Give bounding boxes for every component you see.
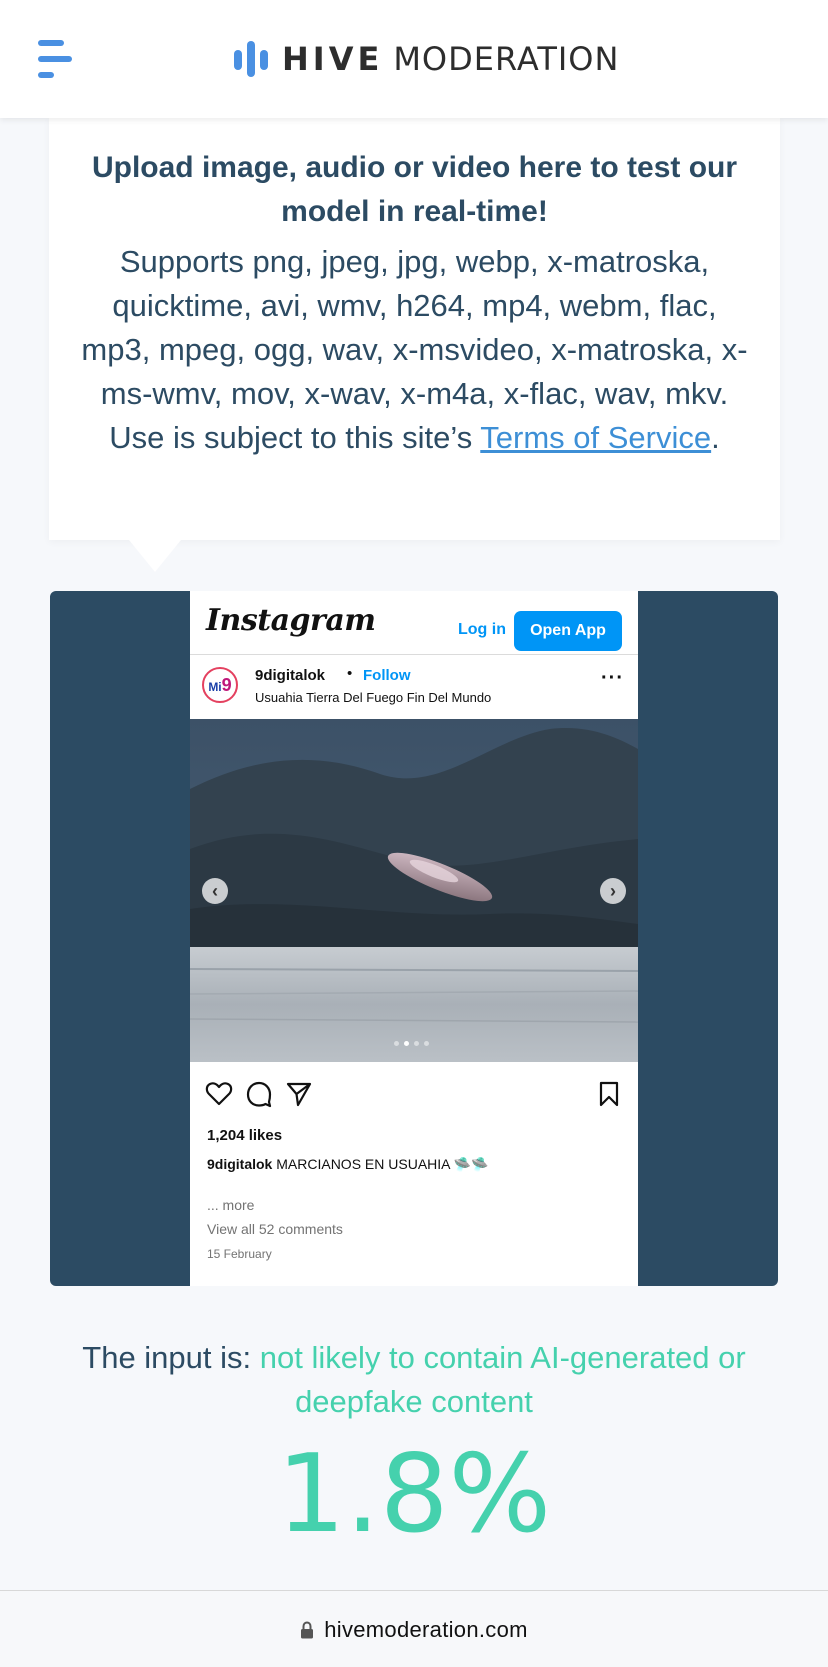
- bookmark-icon[interactable]: [595, 1080, 623, 1108]
- more-options-icon[interactable]: ···: [601, 667, 624, 690]
- logo-secondary-text: MODERATION: [393, 40, 620, 78]
- hive-logo-icon: [234, 41, 268, 77]
- terms-of-service-link[interactable]: Terms of Service: [480, 420, 711, 455]
- trailing-period: .: [711, 420, 720, 455]
- carousel-prev-icon[interactable]: ‹: [202, 878, 228, 904]
- url-text: hivemoderation.com: [324, 1616, 528, 1642]
- follow-link[interactable]: Follow: [363, 667, 411, 684]
- upload-info-card: Upload image, audio or video here to tes…: [49, 118, 780, 572]
- share-icon[interactable]: [285, 1080, 313, 1108]
- lake-ufo-photo: [190, 719, 638, 1062]
- result-percentage: 1.8%: [276, 1432, 552, 1557]
- instagram-open-app-button[interactable]: Open App: [514, 611, 622, 651]
- carousel-next-icon[interactable]: ›: [600, 878, 626, 904]
- instagram-post-screenshot: Instagram Log in Open App Mi9 9digitalok…: [190, 591, 638, 1286]
- avatar-digit: 9: [221, 675, 232, 695]
- view-comments-link[interactable]: View all 52 comments: [207, 1221, 343, 1237]
- lock-icon: [301, 1620, 314, 1638]
- result-prefix: The input is:: [82, 1340, 260, 1375]
- heart-icon[interactable]: [205, 1080, 233, 1108]
- post-date: 15 February: [207, 1247, 272, 1261]
- post-caption: 9digitalok MARCIANOS EN USUAHIA 🛸🛸: [207, 1156, 488, 1173]
- comment-icon[interactable]: [245, 1080, 273, 1108]
- upload-title: Upload image, audio or video here to tes…: [91, 151, 738, 228]
- supported-formats-text: Supports png, jpeg, jpg, webp, x-matrosk…: [79, 240, 750, 460]
- instagram-topbar: Instagram Log in Open App: [190, 591, 638, 655]
- url-container: hivemoderation.com: [0, 1591, 828, 1667]
- separator-dot: •: [347, 665, 353, 682]
- likes-count[interactable]: 1,204 likes: [207, 1127, 282, 1144]
- site-header: HIVE MODERATION: [0, 0, 828, 118]
- uploaded-media-preview: Instagram Log in Open App Mi9 9digitalok…: [50, 591, 778, 1286]
- hive-logo[interactable]: HIVE MODERATION: [234, 38, 619, 80]
- carousel-dots: [394, 1041, 429, 1046]
- avatar-text: Mi: [208, 680, 222, 694]
- carousel-dot: [414, 1041, 419, 1046]
- avatar[interactable]: Mi9: [202, 667, 238, 703]
- carousel-dot: [394, 1041, 399, 1046]
- logo-primary-text: HIVE: [282, 40, 384, 78]
- browser-url-bar[interactable]: hivemoderation.com: [0, 1590, 828, 1667]
- post-image: ‹ ›: [190, 719, 638, 1062]
- carousel-dot-active: [404, 1041, 409, 1046]
- result-verdict: not likely to contain AI-generated or de…: [259, 1340, 746, 1419]
- caption-text: MARCIANOS EN USUAHIA 🛸🛸: [272, 1156, 489, 1172]
- instagram-logo: Instagram: [206, 603, 376, 638]
- caption-username[interactable]: 9digitalok: [207, 1156, 272, 1172]
- instagram-post-header: Mi9 9digitalok • Follow Usuahia Tierra D…: [190, 655, 638, 719]
- post-username[interactable]: 9digitalok: [255, 667, 325, 684]
- carousel-dot: [424, 1041, 429, 1046]
- post-actions: [190, 1062, 638, 1122]
- instagram-login-link[interactable]: Log in: [458, 621, 506, 639]
- hamburger-menu-icon[interactable]: [38, 38, 74, 80]
- post-location[interactable]: Usuahia Tierra Del Fuego Fin Del Mundo: [255, 690, 491, 705]
- caption-more-link[interactable]: ... more: [207, 1197, 254, 1213]
- result-statement: The input is: not likely to contain AI-g…: [60, 1336, 768, 1424]
